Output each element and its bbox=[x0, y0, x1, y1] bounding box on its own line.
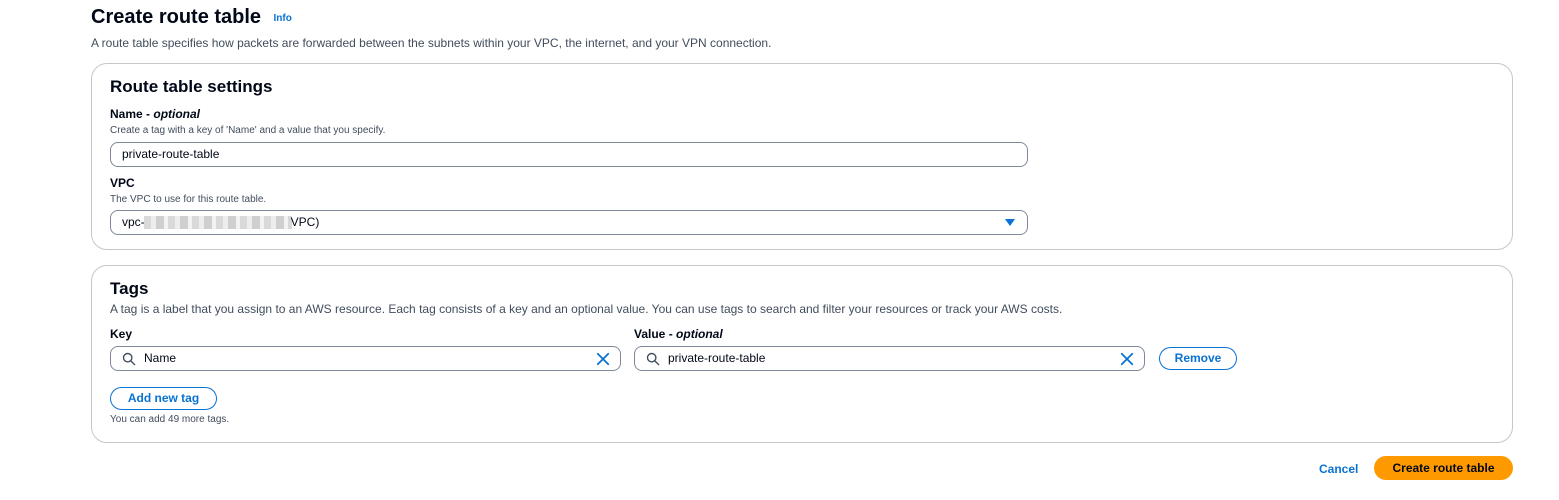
tag-value-value: private-route-table bbox=[668, 351, 766, 365]
value-label: Value - optional bbox=[634, 327, 723, 341]
remove-tag-button[interactable]: Remove bbox=[1159, 347, 1237, 370]
tags-panel: Tags A tag is a label that you assign to… bbox=[91, 265, 1513, 443]
search-icon bbox=[646, 352, 660, 366]
add-new-tag-button[interactable]: Add new tag bbox=[110, 387, 217, 410]
optional-label: optional bbox=[676, 327, 723, 341]
page-header: Create route table Info bbox=[91, 6, 292, 29]
tag-key-input[interactable]: Name bbox=[110, 346, 621, 371]
tags-description: A tag is a label that you assign to an A… bbox=[110, 302, 1063, 316]
clear-icon[interactable] bbox=[1120, 352, 1134, 366]
page-title: Create route table bbox=[91, 6, 262, 28]
clear-icon[interactable] bbox=[596, 352, 610, 366]
page-description: A route table specifies how packets are … bbox=[91, 36, 772, 50]
cancel-button[interactable]: Cancel bbox=[1319, 462, 1358, 476]
key-label: Key bbox=[110, 327, 133, 341]
tag-key-value: Name bbox=[144, 351, 177, 365]
info-link[interactable]: Info bbox=[274, 13, 292, 24]
tag-limit-text: You can add 49 more tags. bbox=[110, 414, 230, 425]
vpc-select[interactable]: vpc- VPC) bbox=[110, 210, 1028, 235]
settings-heading: Route table settings bbox=[110, 77, 273, 96]
search-icon bbox=[122, 352, 136, 366]
vpc-value-suffix: VPC) bbox=[290, 215, 320, 229]
name-input[interactable]: private-route-table bbox=[110, 142, 1028, 167]
vpc-value-prefix: vpc- bbox=[122, 215, 145, 229]
vpc-label: VPC bbox=[110, 176, 135, 190]
redacted-vpc-id bbox=[143, 216, 292, 230]
tag-value-input[interactable]: private-route-table bbox=[634, 346, 1145, 371]
name-label: Name - optional bbox=[110, 107, 201, 121]
name-hint: Create a tag with a key of 'Name' and a … bbox=[110, 125, 386, 136]
optional-label: optional bbox=[153, 107, 201, 121]
tags-heading: Tags bbox=[110, 279, 149, 298]
caret-down-icon bbox=[1005, 219, 1015, 226]
create-route-table-button[interactable]: Create route table bbox=[1374, 456, 1513, 480]
vpc-hint: The VPC to use for this route table. bbox=[110, 194, 267, 205]
route-table-settings-panel: Route table settings Name - optional Cre… bbox=[91, 63, 1513, 250]
